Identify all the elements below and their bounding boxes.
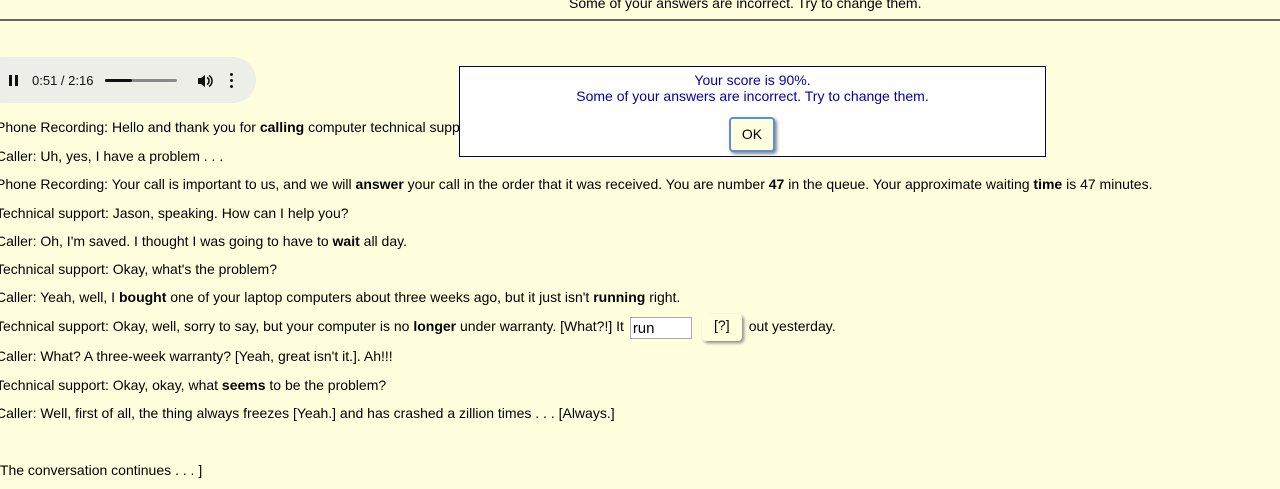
volume-icon[interactable]	[196, 73, 214, 89]
keyword: running	[593, 289, 646, 305]
score-feedback-line: Some of your answers are incorrect. Try …	[576, 88, 929, 104]
keyword: 47	[768, 176, 785, 192]
transcript-text: [The conversation continues . . . ]	[0, 462, 203, 478]
more-options-icon[interactable]	[228, 72, 234, 90]
transcript-text: Caller: What? A three-week warranty? [Ye…	[0, 348, 393, 364]
score-dialog: Your score is 90%. Some of your answers …	[459, 66, 1046, 157]
keyword: seems	[221, 377, 266, 393]
transcript-line: Phone Recording: Your call is important …	[0, 176, 1152, 192]
transcript-text: is 47 minutes.	[1062, 176, 1153, 192]
score-message: Your score is 90%. Some of your answers …	[460, 72, 1045, 104]
feedback-message: Some of your answers are incorrect. Try …	[569, 0, 922, 11]
transcript-line: Caller: Oh, I'm saved. I thought I was g…	[0, 233, 407, 249]
feedback-bar: Some of your answers are incorrect. Try …	[0, 0, 1280, 21]
transcript-text: Phone Recording: Your call is important …	[0, 176, 356, 192]
transcript-line: Caller: Well, first of all, the thing al…	[0, 405, 615, 421]
audio-player: 0:51 / 2:16	[0, 57, 256, 103]
transcript-text: Caller: Yeah, well, I	[0, 289, 119, 305]
audio-time: 0:51 / 2:16	[32, 73, 94, 88]
keyword: bought	[118, 289, 167, 305]
transcript-text: Caller: Well, first of all, the thing al…	[0, 405, 615, 421]
keyword: longer	[413, 318, 457, 335]
transcript-text: under warranty. [What?!] It	[456, 318, 628, 335]
transcript-text: Caller: Oh, I'm saved. I thought I was g…	[0, 233, 333, 249]
transcript-text: your call in the order that it was recei…	[403, 176, 769, 192]
transcript-text: one of your laptop computers about three…	[166, 289, 594, 305]
keyword: wait	[332, 233, 360, 249]
transcript-line: Technical support: Jason, speaking. How …	[0, 205, 349, 221]
transcript-text: Phone Recording: Hello and thank you for	[0, 119, 260, 135]
transcript-line: Caller: Yeah, well, I bought one of your…	[0, 289, 680, 305]
transcript-text: Caller: Uh, yes, I have a problem . . .	[0, 148, 224, 164]
transcript-line: Technical support: Okay, well, sorry to …	[0, 314, 836, 341]
audio-seek-progress	[105, 79, 132, 82]
transcript-text: Technical support: Okay, what's the prob…	[0, 261, 277, 277]
keyword: answer	[355, 176, 404, 192]
transcript-text: Technical support: Jason, speaking. How …	[0, 205, 349, 221]
transcript-text: in the queue. Your approximate waiting	[784, 176, 1034, 192]
audio-seek-slider[interactable]	[105, 79, 177, 82]
ok-button[interactable]: OK	[729, 117, 775, 152]
transcript-line: Technical support: Okay, okay, what seem…	[0, 377, 386, 393]
transcript-text: to be the problem?	[265, 377, 387, 393]
transcript-line: [The conversation continues . . . ]	[0, 462, 202, 478]
transcript-text: Technical support: Okay, well, sorry to …	[0, 318, 414, 335]
transcript-text: Technical support: Okay, okay, what	[0, 377, 222, 393]
transcript-text: computer technical supp	[304, 119, 460, 135]
score-line: Your score is 90%.	[694, 72, 811, 88]
transcript-line: Phone Recording: Hello and thank you for…	[0, 119, 460, 135]
transcript-line: Caller: What? A three-week warranty? [Ye…	[0, 348, 393, 364]
pause-icon[interactable]	[8, 75, 20, 86]
transcript-text: out yesterday.	[744, 318, 836, 335]
gap-fill-input[interactable]: run	[629, 316, 692, 339]
keyword: calling	[259, 119, 305, 135]
transcript-text: all day.	[359, 233, 407, 249]
transcript-text: right.	[645, 289, 681, 305]
hint-button[interactable]: [?]	[701, 314, 742, 341]
keyword: time	[1033, 176, 1063, 192]
transcript-line: Caller: Uh, yes, I have a problem . . .	[0, 148, 223, 164]
transcript-line: Technical support: Okay, what's the prob…	[0, 261, 277, 277]
